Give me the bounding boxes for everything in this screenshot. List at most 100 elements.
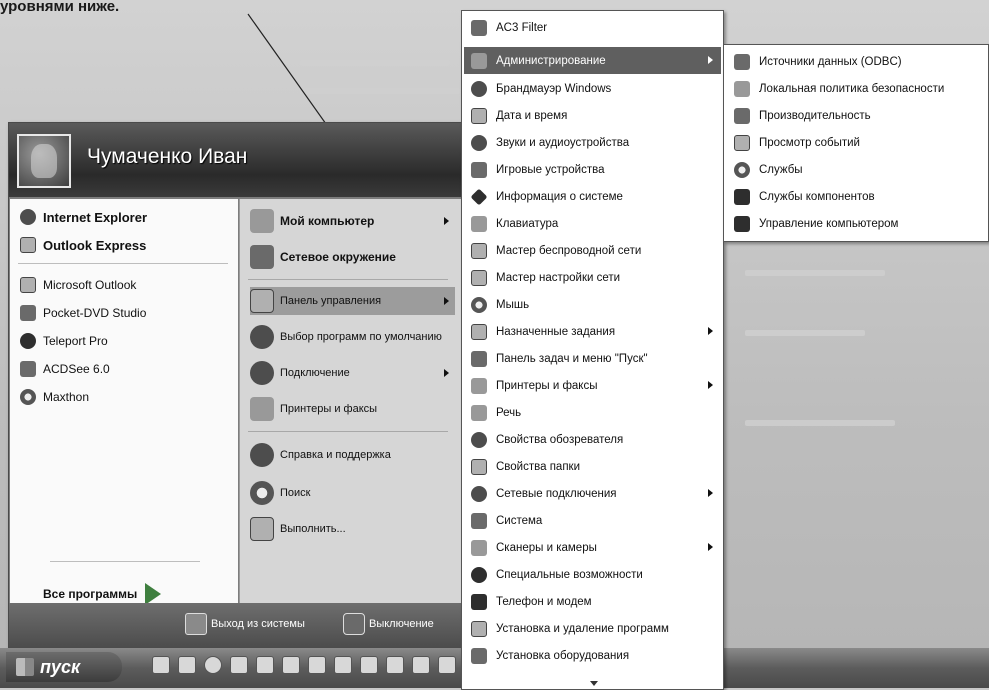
speech-icon xyxy=(471,404,487,421)
quicklaunch-icon[interactable] xyxy=(308,656,326,674)
menu-item-phone-modem[interactable]: Телефон и модем xyxy=(464,588,721,615)
administration-submenu: Источники данных (ODBC) Локальная полити… xyxy=(723,44,989,242)
pinned-internet-explorer[interactable]: Internet Explorer xyxy=(20,205,147,229)
menu-item-firewall[interactable]: Брандмауэр Windows xyxy=(464,75,721,102)
menu-item-accessibility[interactable]: Специальные возможности xyxy=(464,561,721,588)
help-support-item[interactable]: Справка и поддержка xyxy=(250,441,455,469)
item-label: Панель управления xyxy=(280,295,382,307)
menu-item-keyboard[interactable]: Клавиатура xyxy=(464,210,721,237)
menu-item-services[interactable]: Службы xyxy=(728,157,986,183)
chevron-right-icon xyxy=(708,327,713,335)
menu-item-system-info[interactable]: Информация о системе xyxy=(464,183,721,210)
menu-item-speech[interactable]: Речь xyxy=(464,399,721,426)
menu-item-event-viewer[interactable]: Просмотр событий xyxy=(728,130,986,156)
menu-item-folder-options[interactable]: Свойства папки xyxy=(464,453,721,480)
network-icon xyxy=(250,245,274,269)
acdsee-icon xyxy=(20,361,36,377)
quicklaunch-icon[interactable] xyxy=(282,656,300,674)
quicklaunch-icon[interactable] xyxy=(386,656,404,674)
menu-item-network-setup-wizard[interactable]: Мастер настройки сети xyxy=(464,264,721,291)
recent-maxthon[interactable]: Maxthon xyxy=(20,385,89,409)
menu-item-sound[interactable]: Звуки и аудиоустройства xyxy=(464,129,721,156)
performance-icon xyxy=(734,108,750,124)
menu-item-game-devices[interactable]: Игровые устройства xyxy=(464,156,721,183)
system-icon xyxy=(471,512,487,529)
menu-item-scanners-cameras[interactable]: Сканеры и камеры xyxy=(464,534,721,561)
search-item[interactable]: Поиск xyxy=(250,479,455,507)
menu-item-scheduled-tasks[interactable]: Назначенные задания xyxy=(464,318,721,345)
divider xyxy=(50,561,200,562)
menu-item-administration[interactable]: Администрирование xyxy=(464,47,721,74)
recent-teleport-pro[interactable]: Teleport Pro xyxy=(20,329,108,353)
quicklaunch-icon[interactable] xyxy=(412,656,430,674)
menu-item-mouse[interactable]: Мышь xyxy=(464,291,721,318)
item-label: Панель задач и меню "Пуск" xyxy=(496,352,648,365)
search-icon xyxy=(250,481,274,505)
menu-item-add-remove-programs[interactable]: Установка и удаление программ xyxy=(464,615,721,642)
menu-item-ac3-filter[interactable]: AC3 Filter xyxy=(464,14,721,41)
menu-item-system[interactable]: Система xyxy=(464,507,721,534)
item-label: Службы xyxy=(759,164,803,176)
hardware-icon xyxy=(471,647,487,664)
outlook-icon xyxy=(20,277,36,293)
quicklaunch-icon[interactable] xyxy=(178,656,196,674)
item-label: Система xyxy=(496,514,543,527)
quicklaunch-icon[interactable] xyxy=(204,656,222,674)
chevron-down-icon[interactable] xyxy=(590,681,598,686)
quicklaunch-icon[interactable] xyxy=(256,656,274,674)
all-programs-button[interactable]: Все программы xyxy=(43,583,162,605)
recent-microsoft-outlook[interactable]: Microsoft Outlook xyxy=(20,273,136,297)
network-places-item[interactable]: Сетевое окружение xyxy=(250,243,455,271)
log-off-button[interactable]: Выход из системы xyxy=(185,613,305,635)
item-label: Сетевые подключения xyxy=(496,487,617,500)
quicklaunch-icon[interactable] xyxy=(334,656,352,674)
item-label: Принтеры и факсы xyxy=(280,403,378,415)
network-setup-icon xyxy=(471,269,487,286)
menu-item-component-services[interactable]: Службы компонентов xyxy=(728,184,986,210)
item-label: Выполнить... xyxy=(280,523,346,535)
menu-item-computer-management[interactable]: Управление компьютером xyxy=(728,211,986,237)
divider xyxy=(248,431,448,432)
quicklaunch-icon[interactable] xyxy=(438,656,456,674)
run-item[interactable]: Выполнить... xyxy=(250,515,455,543)
divider xyxy=(18,263,228,264)
menu-item-internet-options[interactable]: Свойства обозревателя xyxy=(464,426,721,453)
printers-faxes-item[interactable]: Принтеры и факсы xyxy=(250,395,455,423)
menu-item-network-connections[interactable]: Сетевые подключения xyxy=(464,480,721,507)
quicklaunch-icon[interactable] xyxy=(230,656,248,674)
date-time-icon xyxy=(471,107,487,124)
recent-pocket-dvd-studio[interactable]: Pocket-DVD Studio xyxy=(20,301,146,325)
shutdown-button[interactable]: Выключение xyxy=(343,613,434,635)
item-label: Производительность xyxy=(759,110,871,122)
item-label: Outlook Express xyxy=(43,237,147,253)
quicklaunch-icon[interactable] xyxy=(360,656,378,674)
item-label: Справка и поддержка xyxy=(280,449,391,461)
recent-acdsee[interactable]: ACDSee 6.0 xyxy=(20,357,110,381)
chevron-right-icon xyxy=(708,543,713,551)
control-panel-icon xyxy=(250,289,274,313)
connect-item[interactable]: Подключение xyxy=(250,359,455,387)
item-label: Teleport Pro xyxy=(43,334,108,348)
menu-item-odbc[interactable]: Источники данных (ODBC) xyxy=(728,49,986,75)
menu-item-local-security-policy[interactable]: Локальная политика безопасности xyxy=(728,76,986,102)
item-label: Службы компонентов xyxy=(759,191,875,203)
menu-item-date-time[interactable]: Дата и время xyxy=(464,102,721,129)
my-computer-item[interactable]: Мой компьютер xyxy=(250,207,455,235)
menu-item-add-hardware[interactable]: Установка оборудования xyxy=(464,642,721,669)
start-button[interactable]: пуск xyxy=(6,652,122,682)
menu-item-performance[interactable]: Производительность xyxy=(728,103,986,129)
item-label: Свойства папки xyxy=(496,460,580,473)
event-viewer-icon xyxy=(734,135,750,151)
log-off-label: Выход из системы xyxy=(211,618,305,630)
menu-item-taskbar-start-menu[interactable]: Панель задач и меню "Пуск" xyxy=(464,345,721,372)
default-programs-item[interactable]: Выбор программ по умолчанию xyxy=(250,321,455,353)
item-label: Брандмауэр Windows xyxy=(496,82,612,95)
item-label: Речь xyxy=(496,406,522,419)
services-icon xyxy=(734,162,750,178)
menu-item-wireless-wizard[interactable]: Мастер беспроводной сети xyxy=(464,237,721,264)
quicklaunch-icon[interactable] xyxy=(152,656,170,674)
menu-item-printers-faxes[interactable]: Принтеры и факсы xyxy=(464,372,721,399)
item-label: Звуки и аудиоустройства xyxy=(496,136,630,149)
pinned-outlook-express[interactable]: Outlook Express xyxy=(20,233,146,257)
control-panel-item[interactable]: Панель управления xyxy=(250,287,455,315)
